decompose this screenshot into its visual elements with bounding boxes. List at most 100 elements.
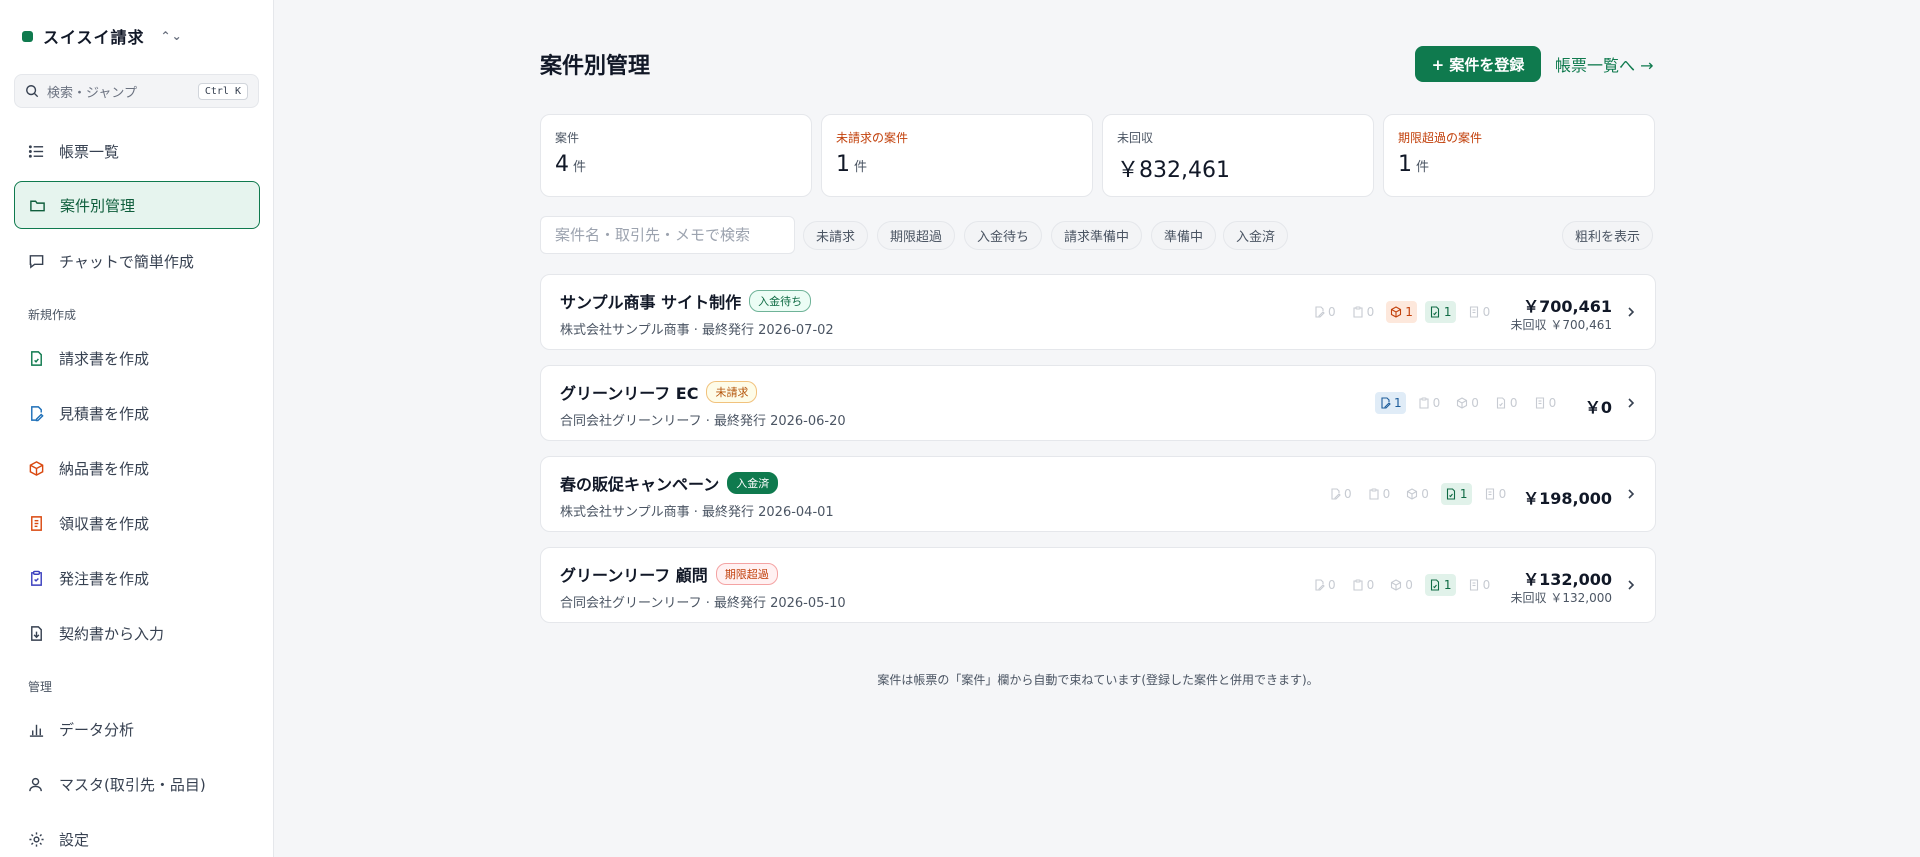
nav-label: 案件別管理	[60, 196, 136, 215]
doc-count-badge: 1	[1424, 574, 1456, 596]
document-counts: 0 0 0 1 0	[1325, 483, 1510, 505]
doc-count-badge: 1	[1424, 301, 1456, 323]
nav-create-receipt[interactable]: 領収書を作成	[14, 499, 260, 547]
box-icon	[1457, 397, 1468, 409]
search-jump[interactable]: 検索・ジャンプ Ctrl K	[14, 74, 259, 108]
uncollected-amount: 未回収 ￥132,000	[1510, 591, 1612, 605]
documents-link[interactable]: 帳票一覧へ →	[1555, 52, 1654, 76]
case-meta: 合同会社グリーンリーフ · 最終発行 2026-06-20	[560, 414, 846, 429]
receipt-icon	[1485, 488, 1494, 500]
doc-count-value: 0	[1548, 396, 1557, 410]
filter-chip-paid[interactable]: 入金済	[1223, 221, 1289, 250]
box-icon	[1407, 488, 1418, 500]
chevron-right-icon	[1628, 398, 1635, 408]
doc-count-badge: 0	[1364, 483, 1395, 505]
case-meta: 株式会社サンプル商事 · 最終発行 2026-07-02	[560, 323, 834, 338]
doc-count-value: 0	[1328, 305, 1336, 319]
section-manage-heading: 管理	[28, 680, 53, 694]
stat-label: 案件	[555, 131, 580, 145]
chevron-right-icon	[1628, 580, 1635, 590]
nav-create-purchase-order[interactable]: 発注書を作成	[14, 554, 260, 602]
filter-chip-preparing[interactable]: 準備中	[1151, 221, 1217, 250]
nav-label: 帳票一覧	[59, 142, 120, 161]
list-icon	[28, 144, 44, 158]
user-icon	[29, 777, 42, 791]
stat-value-row: 1件	[836, 152, 1078, 177]
estimate-icon	[1315, 579, 1325, 591]
doc-count-badge: 0	[1348, 574, 1379, 596]
brand-logo	[22, 30, 33, 42]
case-title: サンプル商事 サイト制作	[560, 293, 742, 312]
doc-count-badge: 0	[1480, 483, 1511, 505]
document-counts: 0 0 1 1 0	[1309, 301, 1494, 323]
doc-count-badge: 1	[1386, 301, 1417, 323]
nav-create-delivery[interactable]: 納品書を作成	[14, 444, 260, 492]
filter-chip-awaiting-payment[interactable]: 入金待ち	[964, 221, 1043, 250]
case-row[interactable]: グリーンリーフ EC 未請求 合同会社グリーンリーフ · 最終発行 2026-0…	[540, 365, 1656, 441]
doc-count-value: 0	[1421, 487, 1429, 501]
document-counts: 0 0 0 1 0	[1309, 574, 1494, 596]
receipt-icon	[1535, 397, 1544, 409]
clipboard-icon	[1369, 488, 1379, 500]
doc-count-value: 0	[1471, 396, 1479, 410]
case-amount: ￥0	[1584, 398, 1612, 417]
footer-note: 案件は帳票の「案件」欄から自動で束ねています(登録した案件と併用できます)。	[877, 673, 1319, 687]
nav-label: 請求書を作成	[59, 349, 150, 368]
nav-settings[interactable]: 設定	[14, 815, 260, 857]
doc-count-badge: 0	[1491, 392, 1522, 414]
stat-unit: 件	[573, 160, 587, 175]
stat-label: 期限超過の案件	[1398, 131, 1483, 145]
estimate-icon	[1331, 488, 1341, 500]
doc-count-value: 0	[1366, 578, 1375, 592]
box-icon	[1391, 579, 1402, 591]
doc-count-badge: 0	[1325, 483, 1356, 505]
case-title-row: グリーンリーフ EC 未請求	[560, 380, 758, 404]
nav-label: 見積書を作成	[59, 404, 150, 423]
doc-count-value: 1	[1405, 305, 1413, 319]
doc-count-value: 1	[1443, 578, 1452, 592]
search-placeholder: 検索・ジャンプ	[47, 85, 137, 101]
doc-count-value: 0	[1344, 487, 1352, 501]
case-row[interactable]: サンプル商事 サイト制作 入金待ち 株式会社サンプル商事 · 最終発行 2026…	[540, 274, 1656, 350]
nav-import-contract[interactable]: 契約書から入力	[14, 609, 260, 657]
doc-count-value: 0	[1509, 396, 1518, 410]
nav-master-data[interactable]: マスタ(取引先・品目)	[14, 760, 260, 808]
nav-label: 契約書から入力	[59, 624, 165, 643]
section-create-heading: 新規作成	[28, 308, 77, 322]
clipboard-icon	[31, 570, 42, 586]
import-doc-icon	[31, 625, 42, 641]
invoice-icon	[1430, 579, 1439, 591]
nav-documents[interactable]: 帳票一覧	[14, 127, 260, 175]
add-case-button[interactable]: + 案件を登録	[1415, 46, 1541, 82]
filter-chip-billing-prep[interactable]: 請求準備中	[1051, 221, 1143, 250]
case-amount: ￥700,461	[1523, 297, 1612, 316]
filter-chip-overdue[interactable]: 期限超過	[877, 221, 956, 250]
doc-count-value: 0	[1405, 578, 1413, 592]
chevron-right-icon	[1628, 489, 1635, 499]
nav-create-estimate[interactable]: 見積書を作成	[14, 389, 260, 437]
doc-count-badge: 0	[1386, 574, 1417, 596]
doc-count-badge: 0	[1452, 392, 1483, 414]
margin-toggle[interactable]: 粗利を表示	[1562, 221, 1654, 250]
nav-data-analysis[interactable]: データ分析	[14, 705, 260, 753]
stat-label: 未回収	[1117, 131, 1154, 145]
nav-create-invoice[interactable]: 請求書を作成	[14, 334, 260, 382]
stat-value: ￥832,461	[1117, 158, 1230, 183]
case-search-input[interactable]	[540, 216, 795, 254]
stat-card-cases: 案件 4件	[540, 114, 812, 197]
case-row[interactable]: グリーンリーフ 顧問 期限超過 合同会社グリーンリーフ · 最終発行 2026-…	[540, 547, 1656, 623]
nav-case-management[interactable]: 案件別管理	[14, 181, 260, 229]
case-row[interactable]: 春の販促キャンペーン 入金済 株式会社サンプル商事 · 最終発行 2026-04…	[540, 456, 1656, 532]
filter-chip-unbilled[interactable]: 未請求	[803, 221, 869, 250]
case-meta: 合同会社グリーンリーフ · 最終発行 2026-05-10	[560, 596, 846, 611]
nav-chat-create[interactable]: チャットで簡単作成	[14, 237, 260, 285]
nav-label: 領収書を作成	[59, 514, 150, 533]
stat-value-row: 4件	[555, 152, 797, 177]
document-counts: 1 0 0 0 0	[1375, 392, 1560, 414]
receipt-icon	[1469, 579, 1478, 591]
doc-count-badge: 0	[1402, 483, 1433, 505]
stat-value: 4	[555, 152, 569, 177]
doc-count-badge: 0	[1464, 574, 1495, 596]
nav-label: 設定	[59, 830, 90, 849]
workspace-switcher[interactable]: スイスイ請求 ⌃⌄	[22, 24, 183, 48]
